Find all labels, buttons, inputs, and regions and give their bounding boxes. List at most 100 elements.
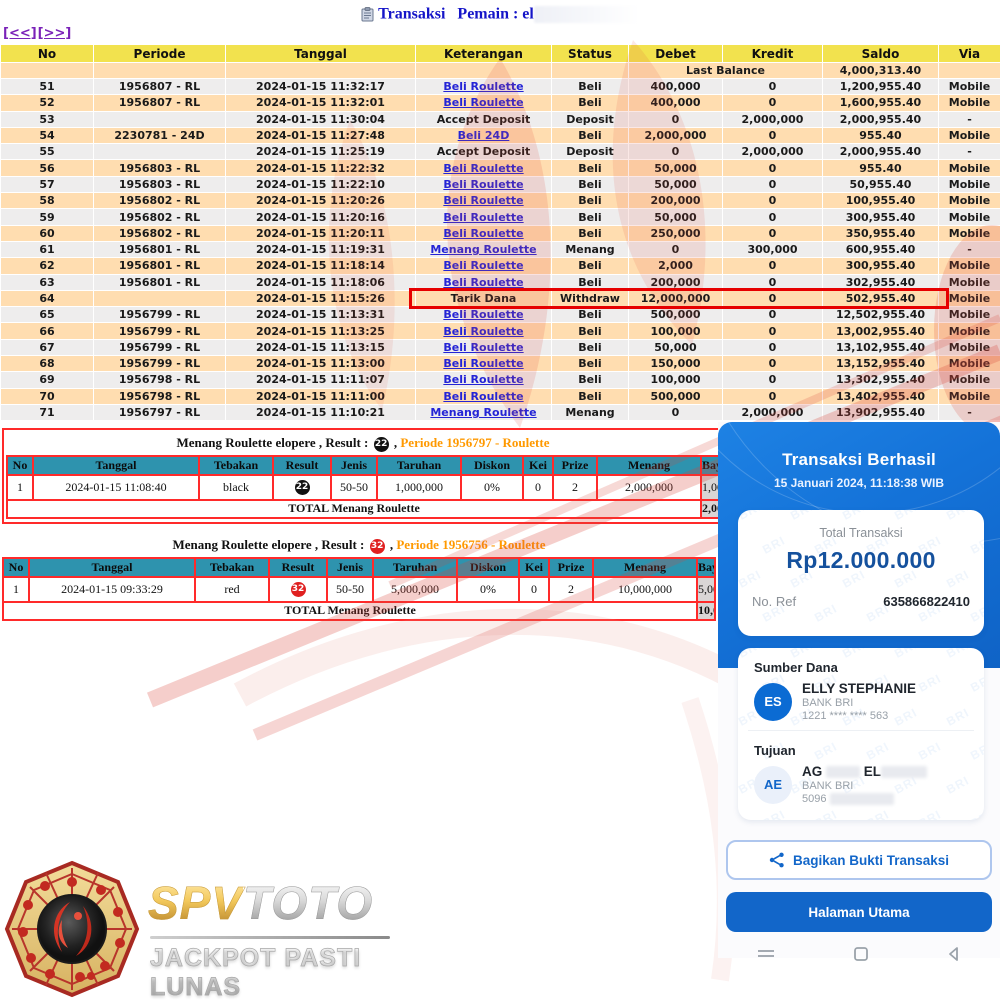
cell-status: Deposit <box>552 111 629 127</box>
cell-tanggal: 2024-01-15 11:22:32 <box>226 160 416 176</box>
cell-via: Mobile <box>939 160 1000 176</box>
cell-keterangan[interactable]: Menang Roulette <box>416 241 552 257</box>
keterangan-link[interactable]: Beli Roulette <box>443 96 523 109</box>
share-icon <box>769 852 785 868</box>
win-column-menang: Menang <box>597 456 701 475</box>
keterangan-link[interactable]: Beli Roulette <box>443 80 523 93</box>
cell-keterangan[interactable]: Beli Roulette <box>416 225 552 241</box>
cell-keterangan[interactable]: Menang Roulette <box>416 404 552 420</box>
cell-keterangan[interactable]: Beli Roulette <box>416 79 552 95</box>
cell-tanggal: 2024-01-15 11:13:00 <box>226 356 416 372</box>
prev-page-link[interactable]: [<<] <box>3 26 37 41</box>
home-button[interactable]: Halaman Utama <box>726 892 992 932</box>
source-avatar: ES <box>754 683 792 721</box>
win-bayars: 5,000,000 <box>697 577 715 602</box>
cell-keterangan[interactable]: Beli Roulette <box>416 274 552 290</box>
cell-keterangan[interactable]: Beli 24D <box>416 127 552 143</box>
brand-part-toto: TOTO <box>243 877 373 929</box>
keterangan-link[interactable]: Beli Roulette <box>443 325 523 338</box>
cell-status: Beli <box>552 339 629 355</box>
cell-periode: 1956802 - RL <box>94 193 226 209</box>
cell-via: - <box>939 144 1000 160</box>
keterangan-link[interactable]: Beli Roulette <box>443 373 523 386</box>
cell-keterangan[interactable]: Beli Roulette <box>416 388 552 404</box>
roulette-result-icon: 32 <box>291 582 306 597</box>
cell-keterangan[interactable]: Beli Roulette <box>416 372 552 388</box>
brand-divider <box>150 936 390 939</box>
keterangan-link[interactable]: Beli Roulette <box>443 357 523 370</box>
column-header-keterangan: Keterangan <box>416 45 552 63</box>
cell-debet: 50,000 <box>629 339 723 355</box>
column-header-via: Via <box>939 45 1000 63</box>
cell-keterangan[interactable]: Beli Roulette <box>416 356 552 372</box>
cell-saldo: 600,955.40 <box>823 241 939 257</box>
cell-tanggal: 2024-01-15 11:22:10 <box>226 176 416 192</box>
keterangan-link[interactable]: Beli Roulette <box>443 276 523 289</box>
win-no: 1 <box>7 475 33 500</box>
keterangan-link[interactable]: Beli Roulette <box>443 178 523 191</box>
cell-tanggal: 2024-01-15 11:32:17 <box>226 79 416 95</box>
cell-saldo: 350,955.40 <box>823 225 939 241</box>
cell-keterangan[interactable]: Beli Roulette <box>416 193 552 209</box>
cell-via: Mobile <box>939 307 1000 323</box>
cell-keterangan[interactable]: Beli Roulette <box>416 339 552 355</box>
cell-via: Mobile <box>939 274 1000 290</box>
cell-tanggal: 2024-01-15 11:13:31 <box>226 307 416 323</box>
roulette-result-icon: 22 <box>374 437 389 452</box>
dest-avatar: AE <box>754 766 792 804</box>
redacted-player-name <box>534 6 639 23</box>
next-page-link[interactable]: [>>] <box>38 26 72 41</box>
keterangan-link[interactable]: Menang Roulette <box>430 406 536 419</box>
win-taruhan: 5,000,000 <box>373 577 457 602</box>
cell-debet: 250,000 <box>629 225 723 241</box>
transaction-row: 591956802 - RL2024-01-15 11:20:16Beli Ro… <box>1 209 1000 225</box>
back-nav-icon[interactable] <box>946 946 962 967</box>
cell-keterangan[interactable]: Beli Roulette <box>416 323 552 339</box>
cell-saldo: 300,955.40 <box>823 209 939 225</box>
cell-kredit: 0 <box>723 388 823 404</box>
keterangan-link[interactable]: Beli Roulette <box>443 308 523 321</box>
cell-no: 56 <box>1 160 94 176</box>
cell-keterangan[interactable]: Beli Roulette <box>416 176 552 192</box>
win-column-menang: Menang <box>593 558 697 577</box>
home-nav-icon[interactable] <box>853 946 869 967</box>
keterangan-link[interactable]: Beli Roulette <box>443 194 523 207</box>
cell-keterangan[interactable]: Beli Roulette <box>416 307 552 323</box>
total-label: Total Transaksi <box>738 526 984 540</box>
cell-keterangan[interactable]: Beli Roulette <box>416 95 552 111</box>
android-navbar <box>718 946 1000 967</box>
share-receipt-button[interactable]: Bagikan Bukti Transaksi <box>726 840 992 880</box>
cell-via: Mobile <box>939 95 1000 111</box>
win-column-tebakan: Tebakan <box>199 456 273 475</box>
keterangan-link[interactable]: Beli 24D <box>458 129 510 142</box>
win-column-kei: Kei <box>519 558 549 577</box>
keterangan-link[interactable]: Beli Roulette <box>443 341 523 354</box>
win-bayars: 1,000,000 <box>701 475 719 500</box>
keterangan-link[interactable]: Beli Roulette <box>443 390 523 403</box>
cell-via: - <box>939 111 1000 127</box>
keterangan-link[interactable]: Menang Roulette <box>430 243 536 256</box>
keterangan-link[interactable]: Beli Roulette <box>443 211 523 224</box>
cell-periode: 1956801 - RL <box>94 274 226 290</box>
keterangan-link[interactable]: Beli Roulette <box>443 227 523 240</box>
cell-keterangan[interactable]: Beli Roulette <box>416 209 552 225</box>
cell-saldo: 13,002,955.40 <box>823 323 939 339</box>
cell-kredit: 0 <box>723 225 823 241</box>
bank-receipt: Transaksi Berhasil 15 Januari 2024, 11:1… <box>718 422 1000 958</box>
dest-bank: BANK BRI <box>802 780 927 792</box>
keterangan-link[interactable]: Beli Roulette <box>443 259 523 272</box>
cell-no: 66 <box>1 323 94 339</box>
transaction-row: 601956802 - RL2024-01-15 11:20:11Beli Ro… <box>1 225 1000 241</box>
cell-keterangan[interactable]: Beli Roulette <box>416 258 552 274</box>
receipt-datetime: 15 Januari 2024, 11:18:38 WIB <box>718 476 1000 490</box>
source-bank: BANK BRI <box>802 697 916 709</box>
cell-periode: 1956803 - RL <box>94 176 226 192</box>
cell-debet: 0 <box>629 241 723 257</box>
cell-keterangan[interactable]: Beli Roulette <box>416 160 552 176</box>
win-total-row: TOTAL Menang Roulette10,000,000 <box>3 602 715 620</box>
menu-nav-icon[interactable] <box>756 947 776 966</box>
keterangan-link[interactable]: Beli Roulette <box>443 162 523 175</box>
cell-saldo: 13,902,955.40 <box>823 404 939 420</box>
transaction-row: 542230781 - 24D2024-01-15 11:27:48Beli 2… <box>1 127 1000 143</box>
ref-number: 635866822410 <box>883 594 970 609</box>
